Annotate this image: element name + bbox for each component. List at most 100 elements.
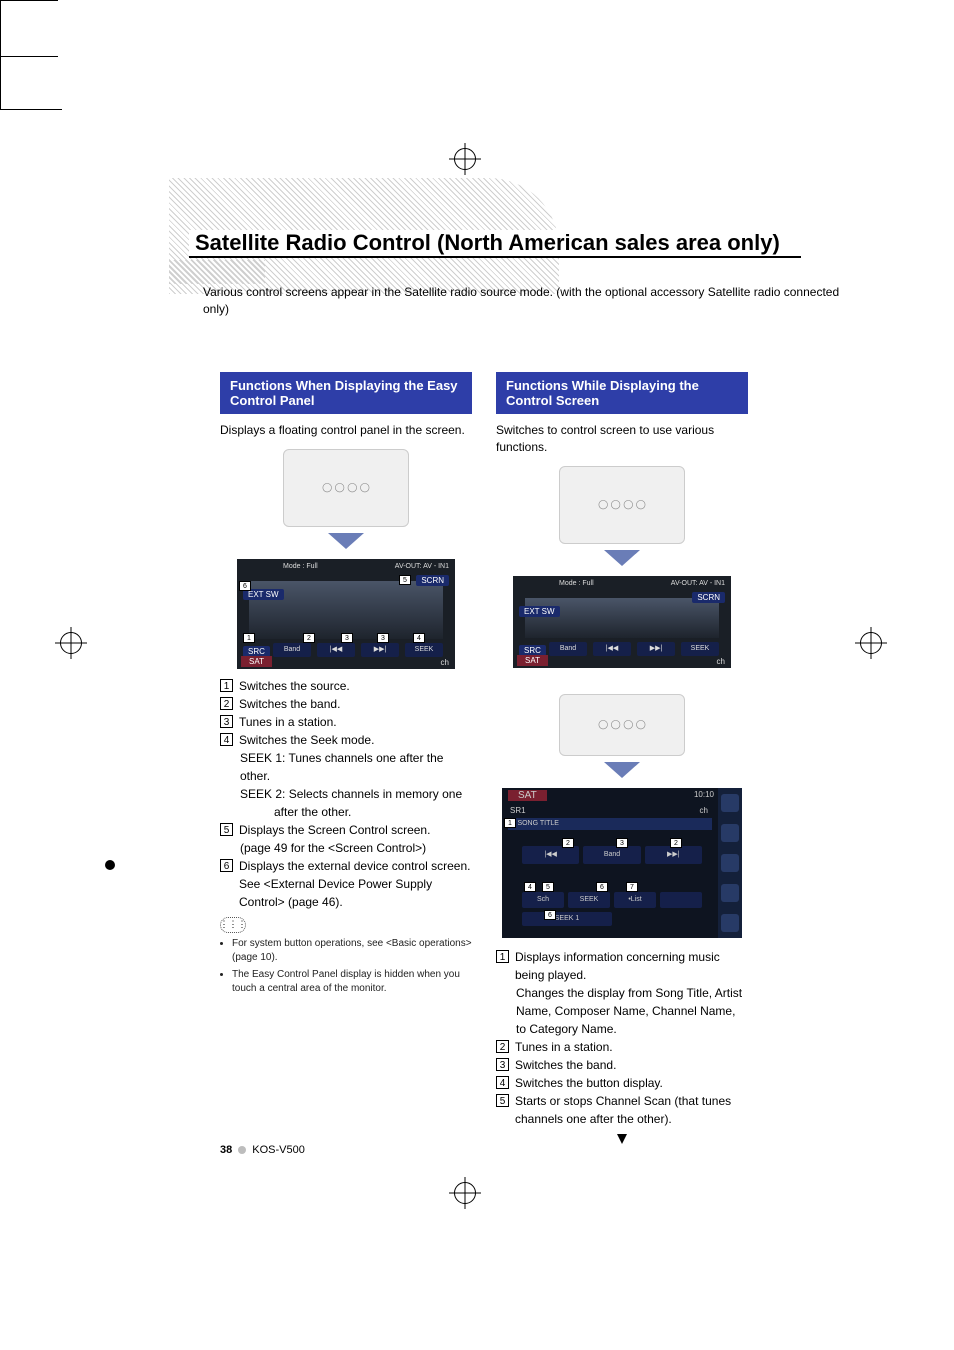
sat-time: 10:10 [694,790,714,799]
ss-scrn-button[interactable]: SCRN [692,592,725,603]
right-function-list: 1Displays information concerning music b… [496,948,748,984]
registration-mark [860,632,882,654]
ss-seek-button[interactable]: SEEK [405,643,443,657]
sat-prev-button[interactable]: |◀◀ [522,846,579,864]
list-num: 2 [220,697,233,710]
callout-4: 4 [524,882,536,892]
ss-band-button[interactable]: Band [549,642,587,656]
callout-3b: 3 [377,633,389,643]
list-num: 1 [220,679,233,692]
ss-extsw-button[interactable]: EXT SW [519,606,560,617]
list-num: 3 [496,1058,509,1071]
callout-6: 6 [239,581,251,591]
sidebar-button[interactable] [721,884,739,902]
list-item: 4Switches the button display. [496,1074,748,1092]
item5-sub: (page 49 for the <Screen Control>) [220,839,472,857]
sat-sch-button[interactable]: Sch [522,892,564,908]
callout-1: 1 [504,818,516,828]
sidebar-button[interactable] [721,914,739,932]
ss-next-button[interactable]: ▶▶| [637,642,675,656]
crop-mark [0,1,1,56]
list-num: 3 [220,715,233,728]
sat-blank-button[interactable] [660,892,702,908]
model-name: KOS-V500 [252,1144,305,1156]
callout-3: 3 [616,838,628,848]
sidebar-button[interactable] [721,854,739,872]
right-lead: Switches to control screen to use variou… [496,422,748,456]
list-item: 5 Starts or stops Channel Scan (that tune… [496,1092,748,1128]
list-num: 4 [496,1076,509,1089]
sat-seek-button[interactable]: SEEK [568,892,610,908]
list-item: 5Displays the Screen Control screen. [220,821,472,839]
left-function-list-cont: 5Displays the Screen Control screen. [220,821,472,839]
note-item: For system button operations, see <Basic… [232,937,472,968]
crop-mark [0,109,62,110]
note-item: The Easy Control Panel display is hidden… [232,968,472,999]
ss-avout-label: AV-OUT: AV - IN1 [395,563,449,570]
page-number: 38 [220,1144,232,1156]
list-item: 3 Tunes in a station. [220,713,472,731]
callout-2: 2 [562,838,574,848]
page-footer: 38 KOS-V500 [220,1144,305,1156]
list-num: 1 [496,950,509,963]
callout-5: 5 [399,575,411,585]
registration-mark [60,632,82,654]
sat-song-title[interactable]: ♪ SONG TITLE [508,818,712,830]
ss-sat-label: SAT [241,656,272,667]
ss-mode-label: Mode : Full [559,580,594,587]
list-text: Starts or stops Channel Scan (that tunes… [515,1092,748,1128]
control-screenshot-1: Mode : Full AV-OUT: AV - IN1 SCRN EXT SW… [513,576,731,668]
list-item: 1Displays information concerning music b… [496,948,748,984]
title-decoration-tail [169,260,265,284]
seek2b-detail: after the other. [220,803,472,821]
sat-sidebar [718,788,742,938]
ss-mode-label: Mode : Full [283,563,318,570]
list-item: 1Switches the source. [220,677,472,695]
sat-control-screenshot: SAT 10:10 SR1 ch ♪ SONG TITLE 1 |◀◀ Band… [502,788,742,938]
list-item: 4 Switches the Seek mode. [220,731,472,749]
device-diagram: ◯ ◯ ◯ ◯ [559,694,685,756]
list-text: Switches the Seek mode. [239,731,374,749]
sat-list-button[interactable]: •List [614,892,656,908]
screenshot-background [525,598,719,638]
sidebar-button[interactable] [721,824,739,842]
list-item: 2Tunes in a station. [496,1038,748,1056]
list-num: 4 [220,733,233,746]
ss-button-row: Band |◀◀ ▶▶| SEEK [549,642,719,656]
black-dot-marker [105,860,115,870]
sat-sub: SR1 [510,806,526,815]
list-num: 5 [496,1094,509,1107]
ss-band-button[interactable]: Band [273,643,311,657]
callout-3: 3 [341,633,353,643]
ss-prev-button[interactable]: |◀◀ [317,643,355,657]
left-notes: For system button operations, see <Basic… [220,937,472,999]
list-num: 5 [220,823,233,836]
list-text: Switches the band. [515,1056,616,1074]
sat-seek1-button[interactable]: SEEK 1 [522,912,612,926]
ss-prev-button[interactable]: |◀◀ [593,642,631,656]
ss-scrn-button[interactable]: SCRN [416,575,449,586]
right-column: Functions While Displaying the Control S… [496,372,748,1144]
ss-next-button[interactable]: ▶▶| [361,643,399,657]
ss-ch-label: ch [441,658,449,667]
note-icon-row: ⋮⋮⋮ [220,917,472,933]
page-title: Satellite Radio Control (North American … [189,230,801,258]
callout-2b: 2 [670,838,682,848]
callout-7: 7 [626,882,638,892]
ss-ch-label: ch [717,657,725,666]
item1-sub: Changes the display from Song Title, Art… [496,984,748,1038]
seek1-detail: SEEK 1: Tunes channels one after the oth… [220,749,472,785]
ss-avout-label: AV-OUT: AV - IN1 [671,580,725,587]
sidebar-button[interactable] [721,794,739,812]
easy-control-screenshot: Mode : Full AV-OUT: AV - IN1 SCRN 5 EXT … [237,559,455,669]
ss-seek-button[interactable]: SEEK [681,642,719,656]
list-text: Tunes in a station. [515,1038,613,1056]
callout-6: 6 [596,882,608,892]
list-text: Displays the external device control scr… [239,857,472,911]
sat-ch: ch [700,806,708,815]
callout-4: 4 [413,633,425,643]
sat-band-button[interactable]: Band [583,846,640,864]
list-text: Tunes in a station. [239,713,337,731]
down-arrow-icon [604,550,640,566]
list-num: 6 [220,859,233,872]
